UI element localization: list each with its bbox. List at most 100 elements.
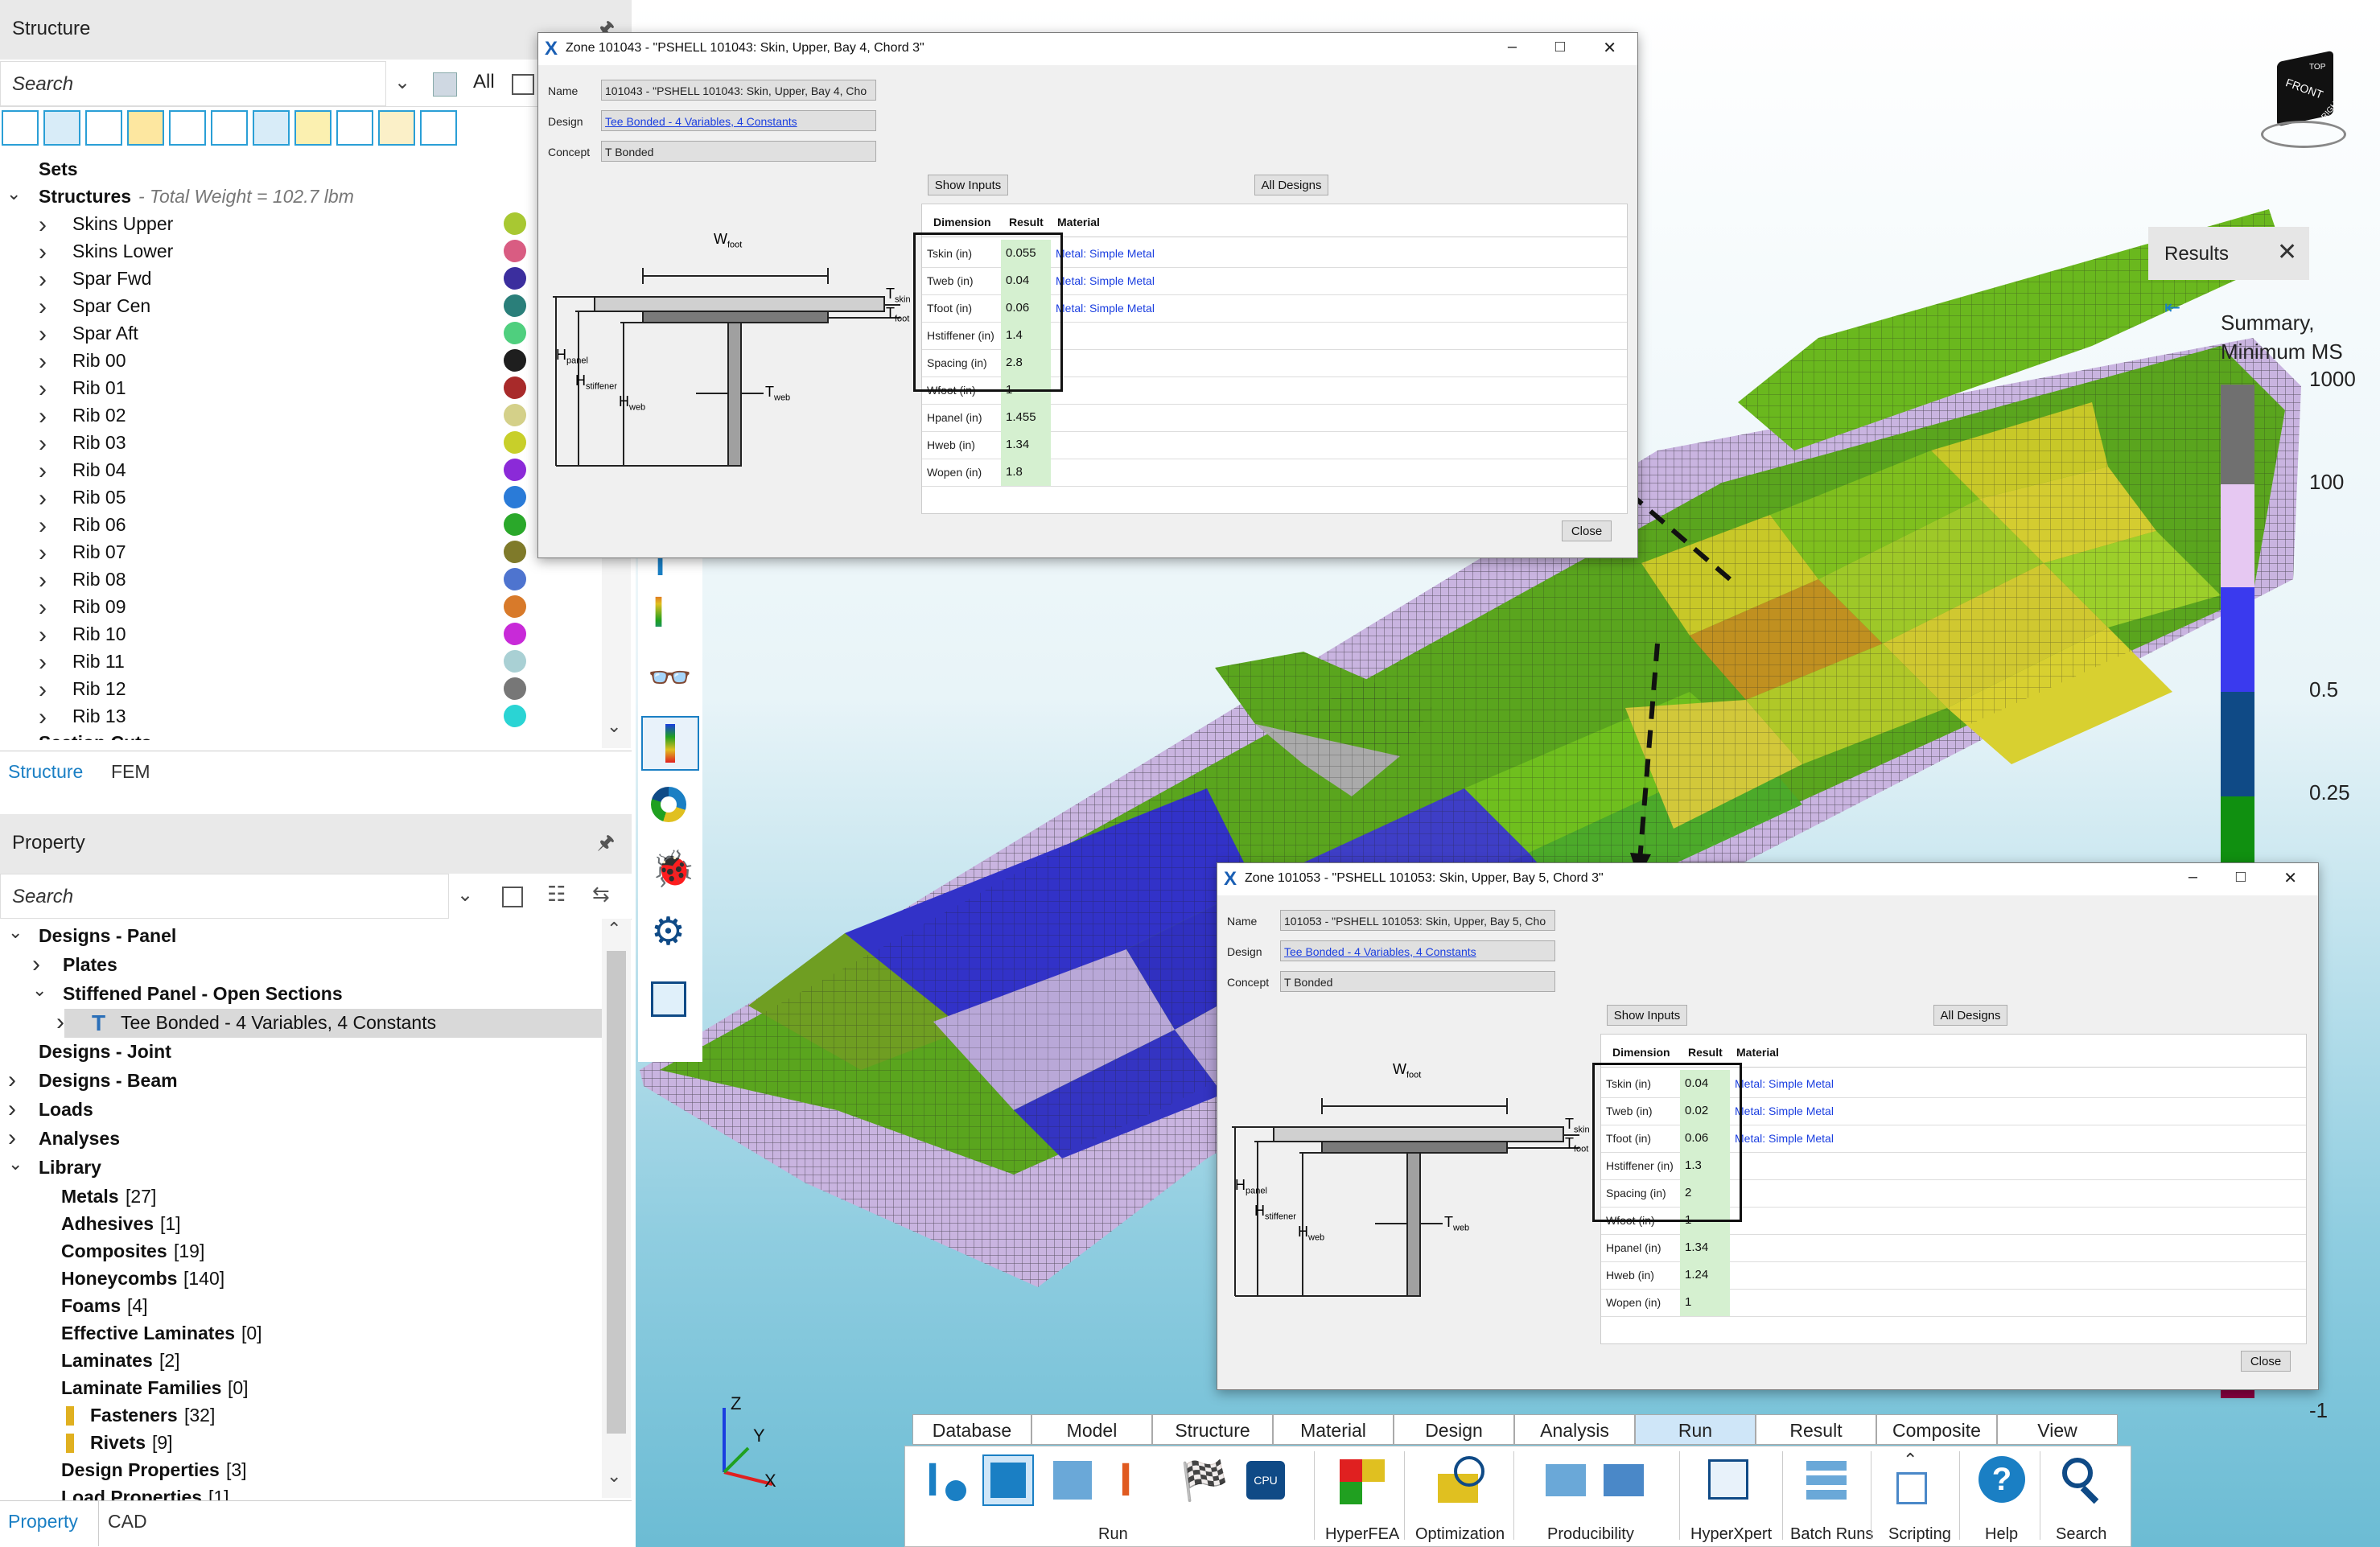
chevron-right-icon[interactable]: ›	[39, 294, 47, 321]
run-analyze-icon[interactable]	[982, 1454, 1034, 1506]
color-swatch[interactable]	[504, 404, 526, 426]
result-cell[interactable]: 1.34	[1001, 431, 1051, 459]
pin-icon[interactable]: 🖈	[597, 829, 615, 862]
search-icon[interactable]	[2057, 1454, 2109, 1506]
maximize-button[interactable]: □	[1555, 38, 1565, 56]
table-row[interactable]: Wopen (in) 1.8	[922, 459, 1627, 487]
ribbon-tab-run[interactable]: Run	[1635, 1414, 1756, 1445]
scroll-up-icon[interactable]: ⌃	[607, 919, 621, 940]
chevron-right-icon[interactable]: ›	[39, 376, 47, 403]
property-tree-item[interactable]: Designs - Panel	[39, 925, 176, 947]
close-window-button[interactable]: ✕	[2283, 868, 2297, 888]
donut-chart-icon[interactable]	[641, 780, 699, 835]
color-swatch[interactable]	[504, 623, 526, 645]
batch-runs-icon[interactable]	[1801, 1454, 1853, 1506]
library-item[interactable]: Laminate Families	[61, 1377, 221, 1399]
table-row[interactable]: Hpanel (in) 1.34	[1601, 1234, 2306, 1262]
structure-item[interactable]: Rib 07	[72, 541, 126, 563]
tool-solid-icon[interactable]	[43, 110, 80, 146]
tool-node-icon[interactable]	[2, 110, 39, 146]
chevron-right-icon[interactable]: ›	[39, 540, 47, 567]
chevron-right-icon[interactable]: ›	[32, 951, 40, 978]
chevron-right-icon[interactable]: ›	[39, 512, 47, 540]
chevron-right-icon[interactable]: ›	[8, 1125, 16, 1152]
table-row[interactable]: Wopen (in) 1	[1601, 1289, 2306, 1317]
tab-fem[interactable]: FEM	[111, 761, 150, 783]
result-cell[interactable]: 1.8	[1001, 459, 1051, 486]
chevron-right-icon[interactable]: ›	[39, 212, 47, 239]
structure-item[interactable]: Rib 12	[72, 678, 126, 700]
cube-filter-icon[interactable]	[433, 72, 457, 97]
chevron-down-icon[interactable]: ⌄	[8, 922, 23, 943]
ribbon-tab-material[interactable]: Material	[1273, 1414, 1394, 1445]
chevron-down-icon[interactable]: ⌄	[6, 183, 21, 204]
run-icon[interactable]: I	[918, 1454, 970, 1506]
library-item[interactable]: Effective Laminates	[61, 1323, 235, 1344]
library-item[interactable]: Fasteners	[90, 1405, 178, 1426]
ribbon-tab-result[interactable]: Result	[1756, 1414, 1876, 1445]
concept-field[interactable]: T Bonded	[601, 141, 876, 162]
view-cube[interactable]: FRONT RIGHT TOP	[2253, 48, 2346, 148]
tab-structure[interactable]: Structure	[8, 761, 83, 783]
property-tree-item[interactable]: Stiffened Panel - Open Sections	[63, 983, 343, 1005]
chevron-right-icon[interactable]: ›	[39, 595, 47, 622]
chevron-down-icon[interactable]: ⌄	[32, 980, 47, 1001]
color-swatch[interactable]	[504, 513, 526, 536]
optimization-icon[interactable]	[1433, 1454, 1484, 1506]
hierarchy-icon[interactable]: ☷	[547, 882, 566, 907]
contour-legend-icon[interactable]	[641, 716, 699, 771]
tool-panel-icon[interactable]	[169, 110, 206, 146]
hyperfea-icon[interactable]	[1336, 1454, 1388, 1506]
minimize-button[interactable]: –	[2189, 868, 2197, 887]
name-field[interactable]: 101053 - "PSHELL 101053: Skin, Upper, Ba…	[1280, 910, 1555, 931]
tool-joint-icon[interactable]	[378, 110, 415, 146]
material-cell[interactable]: Metal: Simple Metal	[1056, 274, 1155, 287]
table-row[interactable]: Hweb (in) 1.34	[922, 431, 1627, 459]
hyperxpert-icon[interactable]	[1703, 1454, 1755, 1506]
property-tree-item[interactable]: Designs - Beam	[39, 1070, 178, 1092]
structure-item[interactable]: Rib 06	[72, 514, 126, 536]
ribbon-tab-structure[interactable]: Structure	[1152, 1414, 1273, 1445]
result-cell[interactable]: 1.34	[1680, 1234, 1730, 1261]
chevron-right-icon[interactable]: ›	[39, 239, 47, 266]
chevron-right-icon[interactable]: ›	[39, 567, 47, 595]
show-inputs-button[interactable]: Show Inputs	[1607, 1005, 1687, 1026]
color-swatch[interactable]	[504, 705, 526, 727]
filter-all-label[interactable]: All	[473, 71, 495, 93]
result-cell[interactable]: 1	[1680, 1289, 1730, 1316]
color-swatch[interactable]	[504, 595, 526, 618]
producibility-icon-1[interactable]	[1541, 1454, 1592, 1506]
library-item[interactable]: Design Properties	[61, 1459, 220, 1481]
tool-box-icon[interactable]	[253, 110, 290, 146]
chevron-right-icon[interactable]: ›	[39, 649, 47, 677]
structure-item[interactable]: Rib 03	[72, 432, 126, 454]
material-cell[interactable]: Metal: Simple Metal	[1056, 247, 1155, 260]
structure-item[interactable]: Spar Cen	[72, 295, 150, 317]
color-swatch[interactable]	[504, 376, 526, 399]
property-tree-item[interactable]: Designs - Joint	[39, 1041, 171, 1063]
library-item[interactable]: Composites	[61, 1240, 167, 1262]
chevron-right-icon[interactable]: ›	[39, 622, 47, 649]
glasses-icon[interactable]: 👓	[641, 652, 699, 706]
run-check-icon[interactable]: I	[1111, 1454, 1163, 1506]
chevron-right-icon[interactable]: ›	[39, 430, 47, 458]
property-tree-item[interactable]: Loads	[39, 1099, 93, 1121]
expand-arrow-icon[interactable]: ⇤	[2164, 296, 2180, 319]
structure-item[interactable]: Rib 13	[72, 706, 126, 727]
tool-ibeam-icon[interactable]	[211, 110, 248, 146]
run-table-icon[interactable]	[1047, 1454, 1098, 1506]
color-swatch[interactable]	[504, 541, 526, 563]
tool-airfoil-icon[interactable]	[336, 110, 373, 146]
design-link[interactable]: Tee Bonded - 4 Variables, 4 Constants	[1280, 940, 1555, 961]
chevron-right-icon[interactable]: ›	[8, 1096, 16, 1123]
material-cell[interactable]: Metal: Simple Metal	[1735, 1077, 1834, 1090]
chevron-right-icon[interactable]: ›	[39, 458, 47, 485]
swap-icon[interactable]: ⇆	[592, 882, 610, 907]
producibility-icon-2[interactable]	[1599, 1454, 1650, 1506]
minimize-button[interactable]: –	[1508, 38, 1517, 56]
tree-sets[interactable]: Sets	[39, 158, 78, 180]
tab-property[interactable]: Property	[8, 1511, 78, 1533]
name-field[interactable]: 101043 - "PSHELL 101043: Skin, Upper, Ba…	[601, 80, 876, 101]
chevron-right-icon[interactable]: ›	[8, 1067, 16, 1094]
library-item[interactable]: Rivets	[90, 1432, 146, 1454]
